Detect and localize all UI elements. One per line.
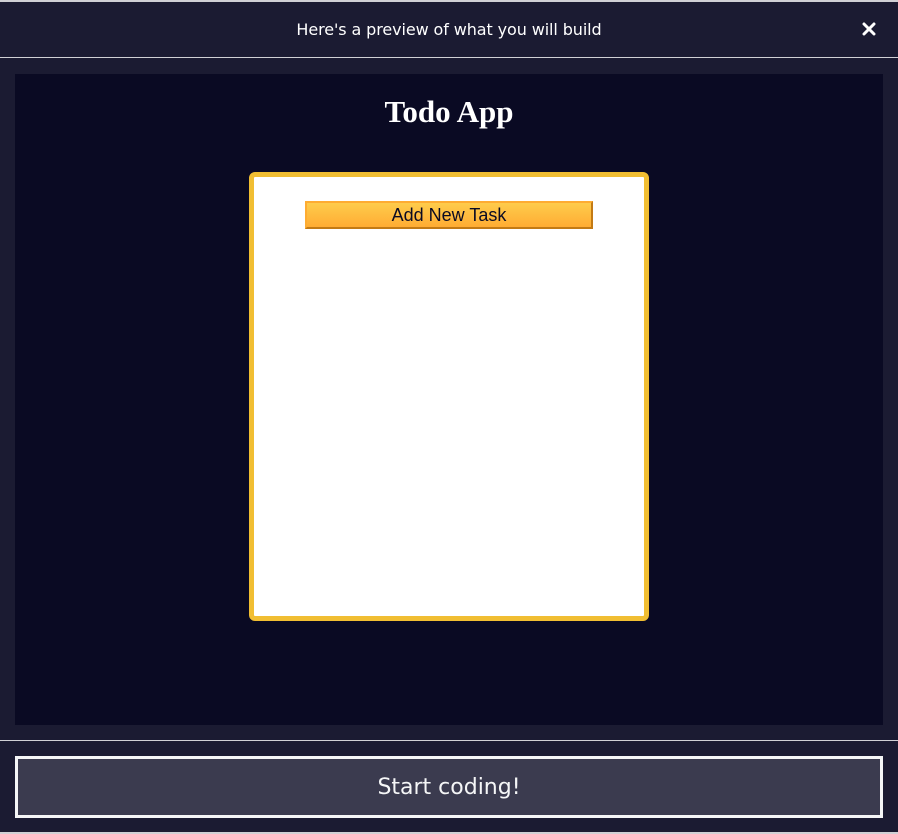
app-preview: Todo App Add New Task	[15, 74, 883, 725]
modal-header: Here's a preview of what you will build	[0, 2, 898, 58]
modal-title: Here's a preview of what you will build	[296, 20, 602, 39]
close-button[interactable]	[858, 18, 880, 40]
preview-modal: Here's a preview of what you will build …	[0, 0, 898, 834]
app-title: Todo App	[384, 94, 514, 129]
start-coding-button[interactable]: Start coding!	[15, 756, 883, 818]
close-icon	[862, 22, 876, 36]
add-new-task-button[interactable]: Add New Task	[305, 201, 593, 229]
task-container: Add New Task	[249, 172, 649, 621]
footer-divider	[0, 740, 898, 741]
